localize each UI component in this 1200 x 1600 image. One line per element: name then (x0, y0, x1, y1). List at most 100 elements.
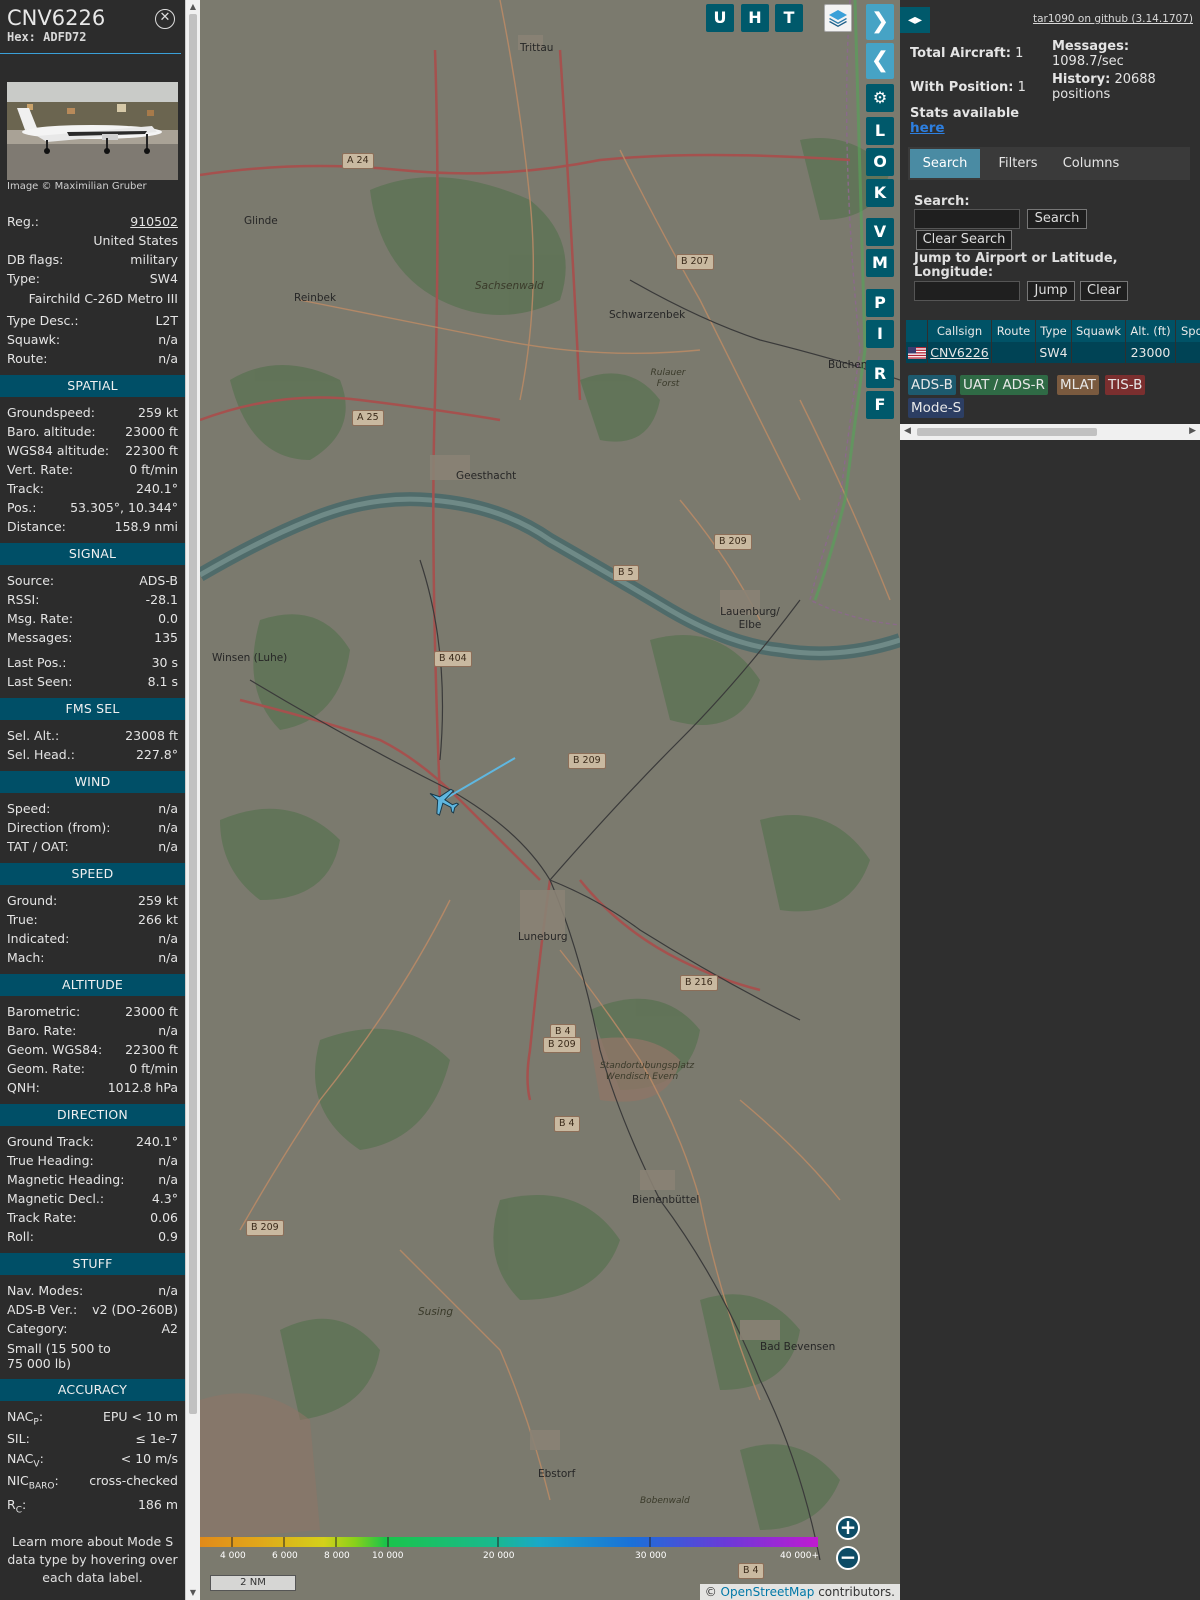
nacp-value: EPU < 10 m (102, 1409, 178, 1424)
scrollbar-thumb[interactable] (189, 14, 197, 1414)
map-view[interactable]: Trittau Glinde Reinbek Sachsenwald Schwa… (200, 0, 900, 1600)
scroll-left-icon[interactable]: ◀ (904, 426, 911, 436)
aircraft-marker-icon[interactable] (426, 784, 460, 818)
altitude-label: Geom. Rate: (7, 1061, 86, 1076)
altitude-row: Geom. Rate: 0 ft/min (7, 1060, 178, 1078)
osm-link[interactable]: OpenStreetMap (721, 1585, 815, 1599)
map-button-m[interactable]: M (866, 249, 894, 277)
clear-search-button[interactable]: Clear Search (916, 230, 1012, 250)
settings-gear-icon[interactable]: ⚙ (866, 84, 894, 112)
scroll-down-icon[interactable]: ▼ (188, 1588, 198, 1598)
scroll-right-icon[interactable]: ▶ (1189, 426, 1196, 436)
spatial-row: Vert. Rate: 0 ft/min (7, 461, 178, 479)
zoom-out-icon[interactable]: − (836, 1546, 860, 1570)
signal-value: ADS-B (139, 573, 178, 588)
signal-label: Last Pos.: (7, 655, 67, 670)
map-button-p[interactable]: P (866, 289, 894, 317)
tab-search[interactable]: Search (910, 149, 980, 178)
jump-button[interactable]: Jump (1027, 281, 1075, 301)
place-label: Lauenburg/ Elbe (720, 606, 780, 631)
column-header-altitude[interactable]: Alt. (ft) (1126, 320, 1176, 342)
column-header-flag[interactable] (906, 320, 928, 342)
sidebar-scrollbar[interactable]: ▲ ▼ (185, 0, 200, 1600)
search-button[interactable]: Search (1027, 209, 1087, 229)
search-input[interactable] (914, 209, 1020, 229)
spatial-label: Vert. Rate: (7, 462, 74, 477)
direction-value: 0.9 (158, 1229, 178, 1244)
rc-row: RC: 186 m (7, 1496, 178, 1516)
map-button-r[interactable]: R (866, 360, 894, 388)
map-attribution: © OpenStreetMap contributors. (699, 1584, 900, 1600)
app-window: CNV6226 Hex: ADFD72 ✕ Image © Maximilian… (0, 0, 1200, 1600)
nicbaro-value: cross-checked (89, 1473, 178, 1488)
hex-label: Hex: (7, 30, 36, 44)
section-signal: SIGNAL (0, 543, 185, 565)
map-button-t[interactable]: T (775, 4, 803, 32)
row-squawk (1072, 342, 1126, 363)
place-label: Standortubungsplatz Wendisch Evern (600, 1061, 695, 1082)
column-header-speed[interactable]: Spd (1176, 320, 1200, 342)
fms-row: Sel. Alt.: 23008 ft (7, 727, 178, 745)
stats-here-link[interactable]: here (910, 120, 945, 136)
spatial-value: 22300 ft (125, 443, 178, 458)
type-value: SW4 (149, 271, 178, 286)
section-stuff: STUFF (0, 1253, 185, 1275)
clear-button[interactable]: Clear (1080, 281, 1128, 301)
close-icon[interactable]: ✕ (155, 9, 175, 29)
map-button-h[interactable]: H (741, 4, 769, 32)
row-callsign-link[interactable]: CNV6226 (930, 345, 988, 360)
wind-value: n/a (158, 820, 178, 835)
github-link[interactable]: tar1090 on github (3.14.1707) (1033, 13, 1193, 25)
place-label: Bad Bevensen (760, 1341, 836, 1353)
map-button-k[interactable]: K (866, 179, 894, 207)
fms-value: 227.8° (135, 747, 178, 762)
tab-columns[interactable]: Columns (1054, 149, 1128, 178)
altitude-row: Baro. Rate: n/a (7, 1022, 178, 1040)
place-label: Geesthacht (456, 470, 517, 482)
table-horizontal-scrollbar[interactable]: ◀ ▶ (900, 424, 1200, 440)
messages-rate: Messages: 1098.7/sec (1052, 39, 1192, 69)
map-button-u[interactable]: U (706, 4, 734, 32)
spatial-value: 53.305°, 10.344° (70, 500, 178, 515)
scroll-up-icon[interactable]: ▲ (188, 2, 198, 12)
rc-label: RC: (7, 1497, 27, 1516)
spatial-row: Track: 240.1° (7, 480, 178, 498)
column-header-callsign[interactable]: Callsign (928, 320, 992, 342)
row-altitude: 23000 (1126, 342, 1176, 363)
direction-value: 4.3° (151, 1191, 178, 1206)
road-shield: B 209 (568, 753, 606, 769)
altitude-label: Baro. Rate: (7, 1023, 77, 1038)
aircraft-photo[interactable] (7, 82, 178, 180)
place-label: Bobenwald (640, 1496, 690, 1506)
column-header-squawk[interactable]: Squawk (1072, 320, 1126, 342)
spatial-label: Track: (7, 481, 44, 496)
row-type: SW4 (1036, 342, 1072, 363)
map-button-v[interactable]: V (866, 218, 894, 246)
nacv-value: < 10 m/s (120, 1451, 178, 1466)
prev-arrow-icon[interactable]: ❮ (866, 43, 894, 79)
sil-row: SIL: ≤ 1e-7 (7, 1430, 178, 1448)
type-label: Type: (7, 271, 40, 286)
map-button-f[interactable]: F (866, 391, 894, 419)
column-header-route[interactable]: Route (992, 320, 1036, 342)
zoom-in-icon[interactable]: + (836, 1516, 860, 1540)
map-button-l[interactable]: L (866, 117, 894, 145)
column-header-type[interactable]: Type (1036, 320, 1072, 342)
hscroll-thumb[interactable] (917, 428, 1097, 436)
fms-label: Sel. Alt.: (7, 728, 60, 743)
reg-link[interactable]: 910502 (130, 213, 178, 231)
toggle-panel-icon[interactable]: ◂▸ (900, 7, 930, 33)
map-button-o[interactable]: O (866, 148, 894, 176)
alt-scale-tick: 20 000 (483, 1551, 515, 1561)
row-callsign[interactable]: CNV6226 (928, 342, 992, 363)
speed-row: Indicated: n/a (7, 930, 178, 948)
tab-filters[interactable]: Filters (988, 149, 1048, 178)
layers-button[interactable] (824, 4, 852, 32)
map-button-i[interactable]: I (866, 320, 894, 348)
speed-value: 259 kt (138, 893, 178, 908)
aircraft-info-sidebar: CNV6226 Hex: ADFD72 ✕ Image © Maximilian… (0, 0, 185, 1600)
jump-input[interactable] (914, 281, 1020, 301)
direction-row: Roll: 0.9 (7, 1228, 178, 1246)
next-arrow-icon[interactable]: ❯ (866, 4, 894, 40)
direction-label: Roll: (7, 1229, 34, 1244)
